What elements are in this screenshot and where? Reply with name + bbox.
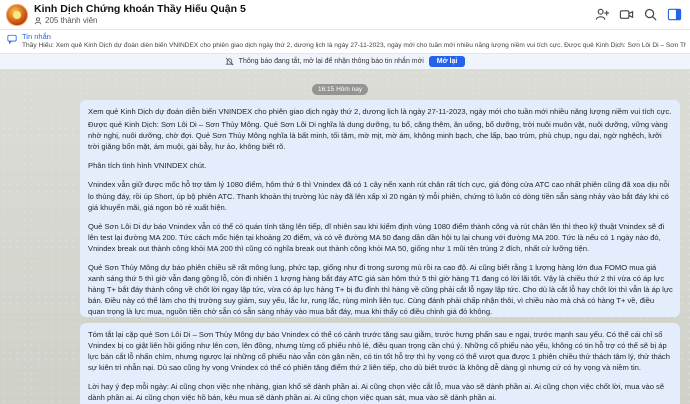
search-icon[interactable] [643, 7, 658, 22]
video-call-icon[interactable] [619, 7, 634, 22]
pinned-title: Tin nhắn [22, 32, 51, 41]
bell-off-icon [225, 57, 234, 66]
notification-notice: Thông báo đang tắt, mở lại để nhận thông… [0, 54, 690, 69]
date-separator: 16:15 Hôm nay [312, 84, 369, 95]
group-avatar[interactable] [6, 4, 28, 26]
chat-message-list[interactable]: 16:15 Hôm nay Xem quẻ Kinh Dịch dự đoán … [0, 69, 690, 404]
message-text: Vnindex vẫn giữ được mốc hỗ trợ tâm lý 1… [88, 180, 670, 212]
message-text: Quẻ Sơn Thủy Mông dự báo phiên chiều sẽ … [88, 263, 673, 317]
notice-text: Thông báo đang tắt, mở lại để nhận thông… [238, 58, 424, 65]
reopen-notifications-button[interactable]: Mở lại [428, 56, 466, 67]
member-count[interactable]: 205 thành viên [34, 16, 98, 25]
message-text: Lời hay ý đẹp mỗi ngày: Ai cũng chọn việ… [88, 382, 665, 403]
message-text: Được quẻ Kinh Dịch: Sơn Lôi Di – Sơn Thủ… [88, 120, 668, 152]
pinned-preview: Thầy Hiếu: Xem quẻ Kinh Dịch dự đoán diễ… [22, 42, 686, 49]
sidebar-toggle-icon[interactable] [667, 7, 682, 22]
message-text: Tóm tắt lại cặp quẻ Sơn Lôi Di – Sơn Thủ… [88, 330, 670, 373]
member-count-label: 205 thành viên [45, 16, 98, 25]
add-member-icon[interactable] [595, 7, 610, 22]
person-icon [34, 16, 42, 24]
message-bubble[interactable]: Tóm tắt lại cặp quẻ Sơn Lôi Di – Sơn Thủ… [80, 323, 680, 404]
pinned-message[interactable]: Tin nhắn Thầy Hiếu: Xem quẻ Kinh Dịch dự… [0, 30, 690, 54]
message-text: Xem quẻ Kinh Dịch dự đoán diễn biến VNIN… [88, 107, 672, 116]
header-actions [595, 7, 682, 22]
chat-header: Kinh Dịch Chứng khoán Thầy Hiếu Quận 5 2… [0, 0, 690, 30]
message-text: Phân tích tình hình VNINDEX chút. [88, 161, 207, 171]
group-title[interactable]: Kinh Dịch Chứng khoán Thầy Hiếu Quận 5 [34, 3, 246, 15]
message-icon [7, 34, 17, 44]
message-bubble[interactable]: Xem quẻ Kinh Dịch dự đoán diễn biến VNIN… [80, 100, 680, 317]
message-text: Quẻ Sơn Lôi Di dự báo Vnindex vẫn có thể… [88, 221, 665, 253]
